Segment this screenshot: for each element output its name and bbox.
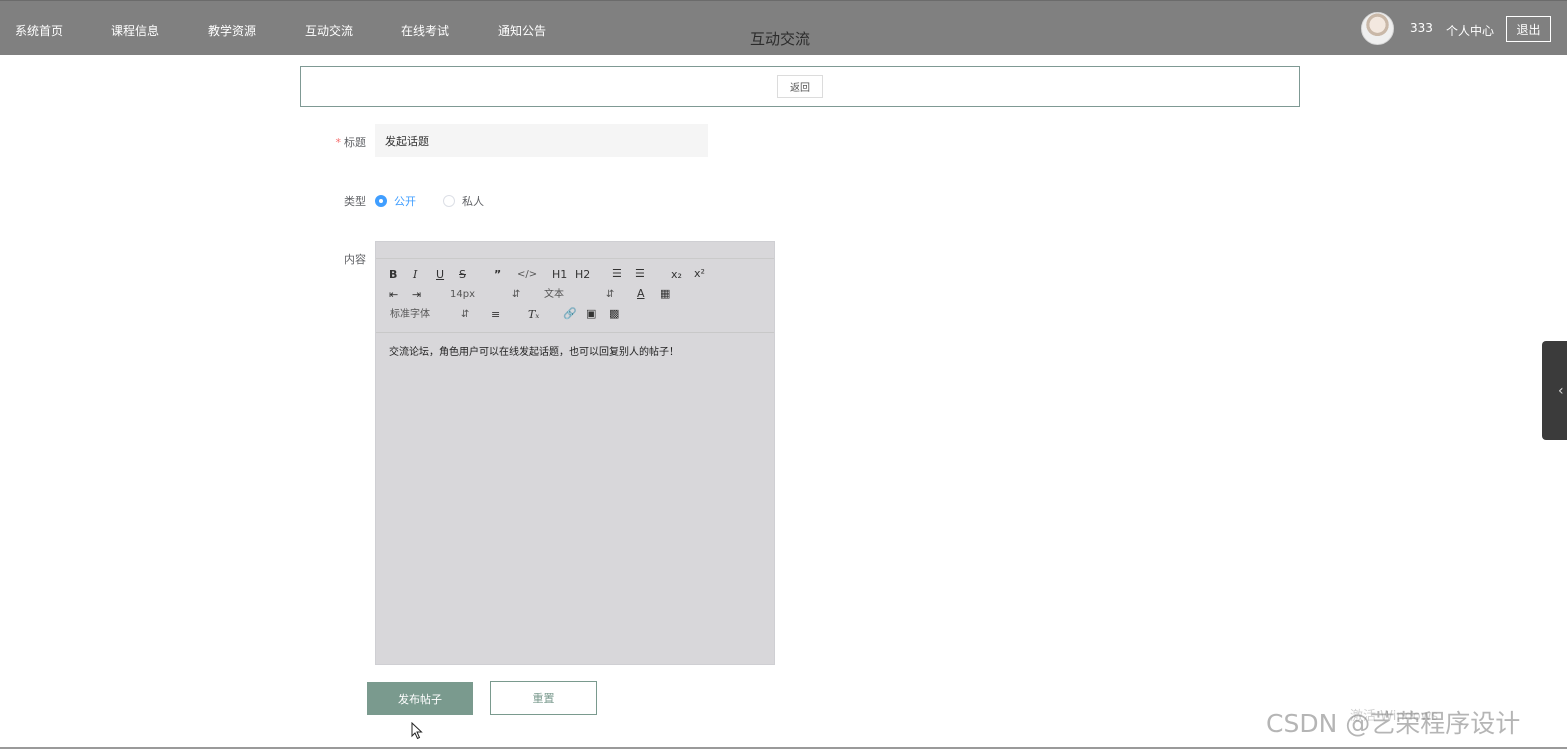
page-title: 互动交流 — [750, 30, 811, 48]
nav-item-home[interactable]: 系统首页 — [15, 22, 63, 39]
editor-content[interactable]: 交流论坛，角色用户可以在线发起话题，也可以回复别人的帖子！ — [389, 343, 679, 358]
nav-item-notices[interactable]: 通知公告 — [498, 22, 546, 39]
radio-public-label: 公开 — [394, 195, 416, 208]
h2-icon[interactable]: H2 — [575, 268, 590, 282]
strike-icon[interactable]: S — [459, 268, 466, 282]
mouse-cursor-icon — [411, 722, 423, 740]
rich-text-editor: B I U S ” </> H1 H2 ☰ ☰ x₂ x² ⇤ ⇥ 14px ⇵… — [375, 241, 775, 665]
image-icon[interactable]: ▣ — [586, 307, 596, 321]
radio-private-dot[interactable] — [443, 195, 455, 207]
outdent-icon[interactable]: ⇤ — [389, 288, 398, 302]
csdn-watermark: CSDN @艺荣程序设计 — [1266, 709, 1521, 738]
editor-toolbar: B I U S ” </> H1 H2 ☰ ☰ x₂ x² ⇤ ⇥ 14px ⇵… — [376, 258, 774, 333]
title-input[interactable] — [375, 124, 708, 157]
font-family-select[interactable]: 标准字体 — [390, 308, 430, 322]
user-center-link[interactable]: 个人中心 — [1446, 22, 1494, 39]
radio-private-label: 私人 — [462, 195, 484, 208]
bold-icon[interactable]: B — [389, 268, 397, 282]
title-label-text: 标题 — [344, 136, 366, 149]
top-nav-bar: 系统首页 课程信息 教学资源 互动交流 在线考试 通知公告 互动交流 333 个… — [0, 0, 1567, 55]
avatar[interactable] — [1361, 12, 1394, 45]
clear-format-icon[interactable]: Tₓ — [528, 308, 539, 322]
font-size-select[interactable]: 14px — [450, 288, 475, 302]
nav-item-courses[interactable]: 课程信息 — [111, 22, 159, 39]
username-label: 333 — [1410, 21, 1433, 35]
font-size-arrow-icon[interactable]: ⇵ — [512, 288, 520, 302]
back-button[interactable]: 返回 — [777, 75, 823, 98]
type-label: 类型 — [344, 195, 366, 208]
underline-icon[interactable]: U — [436, 268, 444, 282]
radio-public[interactable]: 公开 — [375, 193, 416, 209]
ordered-list-icon[interactable]: ☰ — [612, 267, 622, 281]
editor-top-strip — [376, 242, 774, 259]
chevron-left-icon: ‹ — [1558, 383, 1564, 399]
bullet-list-icon[interactable]: ☰ — [635, 267, 645, 281]
radio-public-dot[interactable] — [375, 195, 387, 207]
italic-icon[interactable]: I — [413, 268, 417, 282]
align-icon[interactable]: ≡ — [491, 308, 500, 322]
subscript-icon[interactable]: x₂ — [671, 268, 682, 282]
reset-button[interactable]: 重置 — [490, 681, 597, 715]
nav-item-forum[interactable]: 互动交流 — [305, 22, 353, 39]
h1-icon[interactable]: H1 — [552, 268, 567, 282]
link-icon[interactable]: 🔗 — [563, 307, 577, 321]
header-arrow-icon[interactable]: ⇵ — [606, 288, 614, 302]
side-drawer-tab[interactable]: ‹ — [1542, 341, 1567, 440]
superscript-icon[interactable]: x² — [694, 267, 705, 281]
header-select[interactable]: 文本 — [544, 288, 564, 302]
indent-icon[interactable]: ⇥ — [412, 288, 421, 302]
required-mark: * — [335, 136, 342, 149]
video-icon[interactable]: ▩ — [609, 307, 619, 321]
back-bar: 返回 — [300, 66, 1300, 107]
code-icon[interactable]: </> — [517, 268, 537, 282]
background-color-icon[interactable]: ▦ — [660, 287, 670, 301]
font-family-arrow-icon[interactable]: ⇵ — [461, 308, 469, 322]
font-color-icon[interactable]: A — [637, 287, 645, 301]
logout-button[interactable]: 退出 — [1506, 16, 1551, 42]
content-label: 内容 — [344, 253, 366, 266]
blockquote-icon[interactable]: ” — [494, 268, 501, 282]
title-label: * 标题 — [306, 134, 367, 150]
publish-button[interactable]: 发布帖子 — [367, 682, 473, 715]
radio-private[interactable]: 私人 — [443, 193, 484, 209]
nav-item-exam[interactable]: 在线考试 — [401, 22, 449, 39]
nav-item-resources[interactable]: 教学资源 — [208, 22, 256, 39]
